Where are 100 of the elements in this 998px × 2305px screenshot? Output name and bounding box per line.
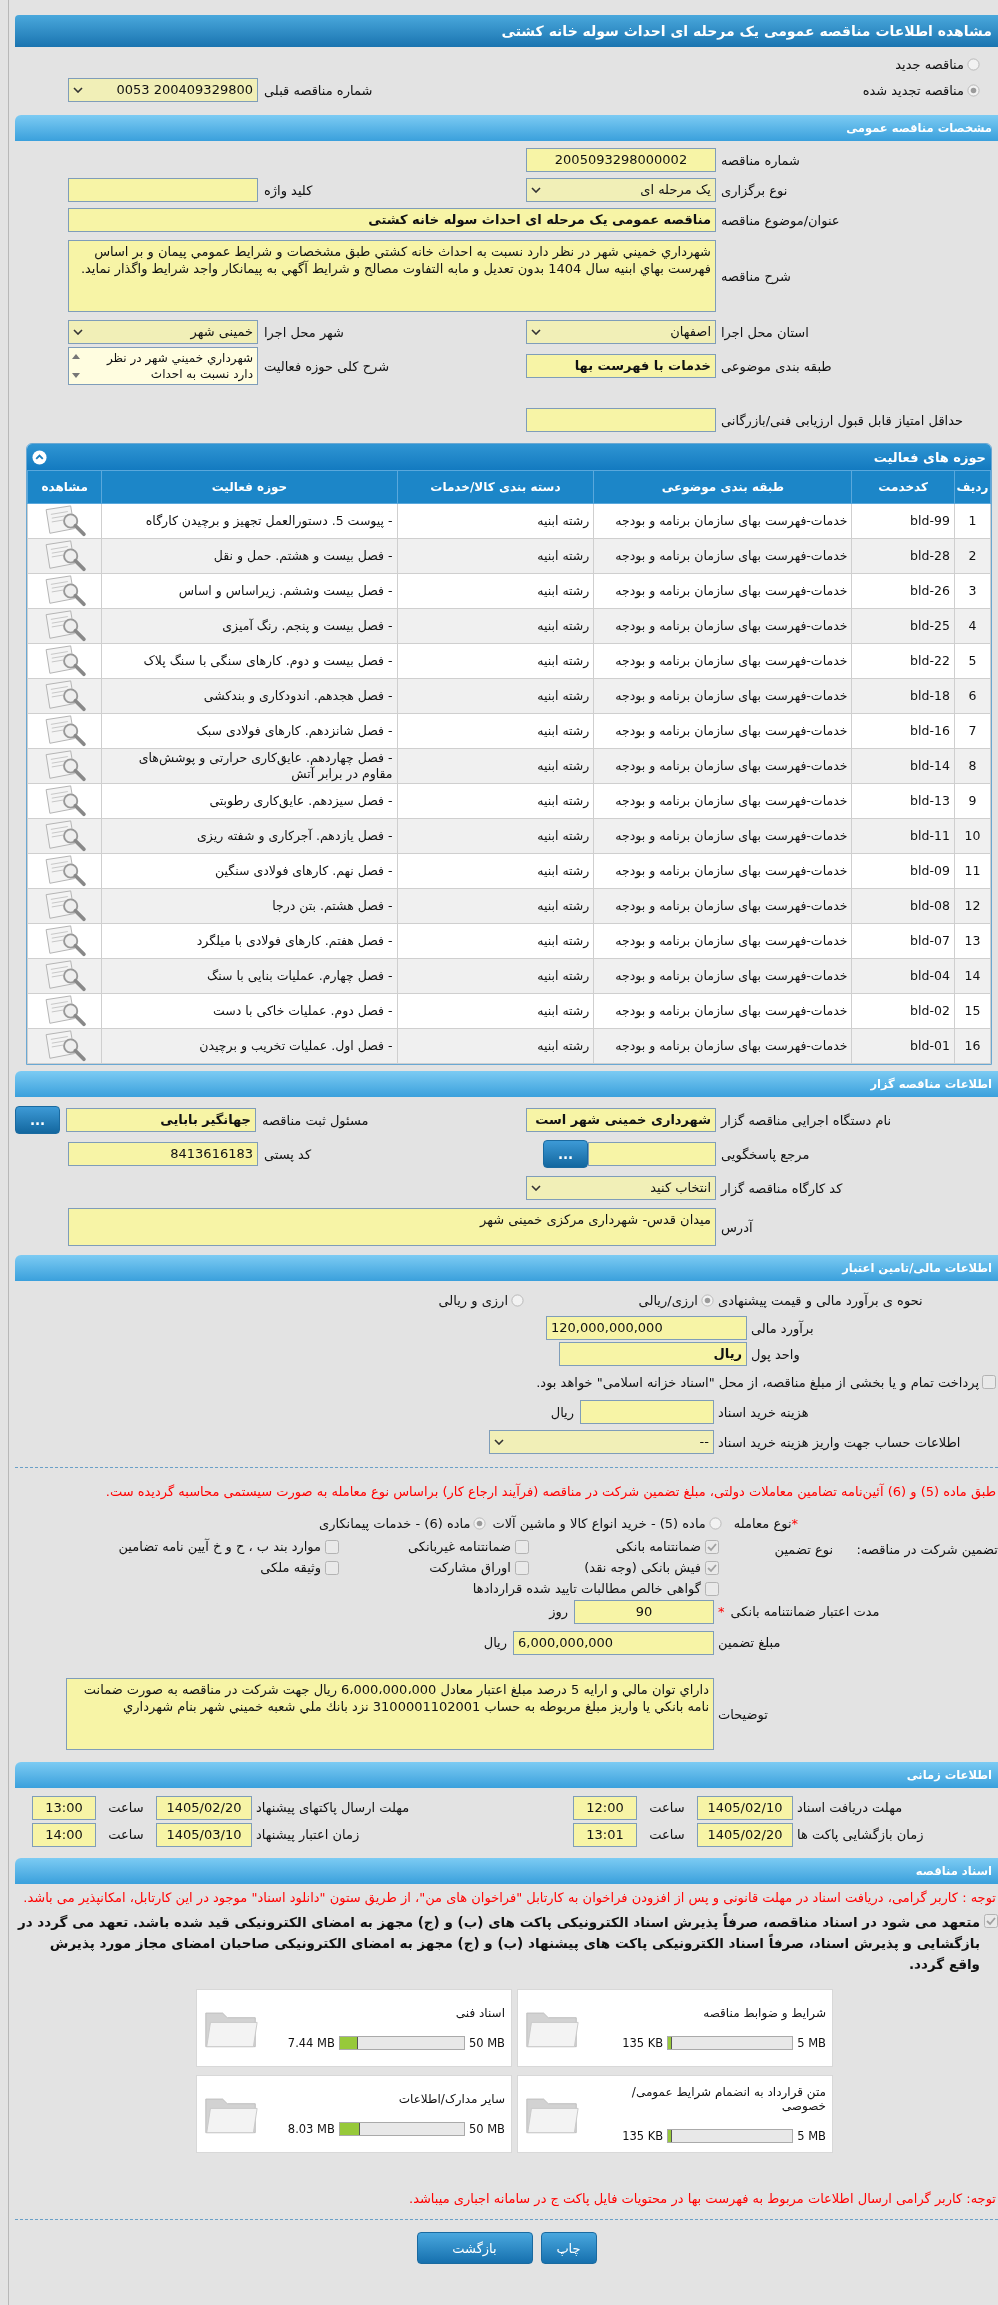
checkbox[interactable] [984,1914,998,1928]
checkbox[interactable] [982,1375,996,1389]
text-field[interactable] [68,178,258,202]
file-size: 8.03 MB [287,2122,335,2136]
table-cell: خدمات-فهرست بهای سازمان برنامه و بودجه [593,748,852,784]
text-field[interactable]: شهرداری خمینی شهر است [526,1108,716,1132]
dropdown[interactable]: 200409329800 0053 [68,78,258,102]
checkbox[interactable] [325,1539,339,1554]
size-limit: 5 MB [797,2129,826,2143]
time-field[interactable]: 13:01 [573,1822,637,1847]
time-field[interactable]: 14:00 [32,1822,96,1847]
checkbox[interactable] [515,1539,529,1554]
field-label: زمان اعتبار پیشنهاد [255,1827,361,1842]
table-cell: خدمات-فهرست بهای سازمان برنامه و بودجه [593,678,852,714]
table-cell: خدمات-فهرست بهای سازمان برنامه و بودجه [593,993,852,1029]
dropdown[interactable]: انتخاب کنید [526,1176,716,1200]
text-field[interactable] [580,1400,714,1424]
time-field[interactable]: 12:00 [573,1795,637,1820]
dropdown[interactable]: -- [489,1430,714,1454]
text-field[interactable]: 8413616183 [68,1142,258,1166]
radio-button[interactable] [701,1293,714,1307]
table-cell: - فصل سیزدهم. عایق‌کاری رطوبتی [101,783,398,819]
action-button[interactable]: چاپ [540,2232,597,2264]
field-label: ساعت [107,1827,145,1842]
list-box[interactable]: شهرداري خميني شهر در نظر دارد نسبت به احداث [68,347,258,385]
field-label: برآورد مالی [750,1320,815,1336]
field-label: اطلاعات حساب جهت واریز هزینه خرید اسناد [717,1434,962,1450]
checkbox-label: فیش بانکی (وجه نقد) [584,1560,701,1575]
dropdown[interactable]: خمینی شهر [68,320,258,344]
text-area[interactable]: میدان قدس- شهرداری مرکزی خمینی شهر [68,1208,716,1246]
text-area[interactable]: داراي توان مالي و ارايه 5 درصد مبلغ اعتبار معادل 6،000،000،000 ريال جهت شركت در مناقصه به صورت ضمانت نامه بانكي يا واريز مبلغ مربوطه به حساب 3100001102001 نزد بانك ملي شعبه خميني شهر بنام شهرداري [66,1678,714,1750]
field-label: واحد پول [750,1346,801,1362]
date-field[interactable]: 1405/03/10 [156,1822,252,1847]
date-field[interactable]: 1405/02/10 [697,1795,793,1820]
table-cell: خدمات-فهرست بهای سازمان برنامه و بودجه [593,643,852,679]
column-header: حوزه فعالیت [101,470,398,504]
collapse-icon[interactable] [32,449,47,465]
field-label: هزینه خرید اسناد [717,1404,810,1420]
checkbox[interactable] [705,1581,719,1596]
table-cell: bld-14 [851,748,955,784]
radio-button[interactable] [511,1293,524,1307]
checkbox[interactable] [515,1560,529,1575]
table-cell: خدمات-فهرست بهای سازمان برنامه و بودجه [593,608,852,644]
unit-label: ریال [483,1635,507,1650]
option-label: مناقصه تجدید شده [862,82,964,98]
field-label: آدرس [720,1219,754,1235]
unit-label: روز [549,1604,568,1619]
table-cell: 4 [954,608,991,644]
option-label: ارزی/ریالی [638,1292,698,1308]
text-field[interactable]: مناقصه عمومی یک مرحله ای احداث سوله خانه کشتی [68,208,716,232]
radio-button[interactable] [473,1517,487,1530]
checkbox-label: موارد بند ب ، ح و خ آیین نامه تضامین [118,1539,321,1554]
column-header: مشاهده [27,470,102,504]
action-button[interactable]: بازگشت [416,2232,533,2264]
checkbox[interactable] [705,1539,719,1554]
text-field[interactable]: 2005093298000002 [526,148,716,172]
text-field[interactable] [588,1142,716,1166]
table-cell: 13 [954,923,991,959]
date-field[interactable]: 1405/02/20 [697,1822,793,1847]
commitment-text: متعهد می شود در اسناد مناقصه، صرفاً پذیرش اسناد الکترونیکی پاکت های (ب) و (ج) مجهز به امضای الکترونیکی قید شده باشد. تعهد می گردد در بازگشایی و پذیرش اسناد، صرفاً اسناد الکترونیکی پاکت های پیشنهاد (ب) و (ج) مجهز به امضای الکترونیکی صاحبان امضای مجاز مورد پذیرش واقع گردد. [16,1912,980,1974]
table-cell: رشته ابنیه [397,888,594,924]
more-button[interactable]: ... [15,1106,60,1134]
text-field[interactable] [526,408,716,432]
more-button[interactable]: ... [543,1140,588,1168]
table-cell: خدمات-فهرست بهای سازمان برنامه و بودجه [593,818,852,854]
table-cell: خدمات-فهرست بهای سازمان برنامه و بودجه [593,1028,852,1064]
dropdown[interactable]: اصفهان [526,320,716,344]
text-field[interactable]: 6,000,000,000 [513,1630,714,1655]
table-cell: خدمات-فهرست بهای سازمان برنامه و بودجه [593,538,852,574]
option-label: ارزی و ریالی [438,1292,508,1308]
table-cell: - فصل شانزدهم. کارهای فولادی سبک [101,713,398,749]
checkbox[interactable] [325,1560,339,1575]
time-field[interactable]: 13:00 [32,1795,96,1820]
text-area[interactable]: شهرداري خميني شهر در نظر دارد نسبت به احداث خانه کشتي طبق مشخصات و شرايط عمومي پيمان و بر اساس فهرست بهاي ابنيه سال 1404 بدون تعديل و مابه التفاوت مصالح و شرايط آگهي به پيمانكار واجد شرايط واگذار نمايد. [68,240,716,312]
radio-button[interactable] [708,1517,722,1530]
table-cell: bld-99 [851,503,955,539]
text-field[interactable]: جهانگیر بابایی [66,1108,256,1132]
file-size: 135 KB [622,2129,664,2143]
date-field[interactable]: 1405/02/20 [156,1795,252,1820]
dropdown[interactable]: یک مرحله ای [526,178,716,202]
text-field[interactable]: خدمات با فهرست بها [526,354,716,378]
table-cell: bld-18 [851,678,955,714]
size-limit: 50 MB [468,2036,505,2050]
radio-button[interactable] [967,57,980,71]
section-header: اطلاعات مناقصه گزار [15,1071,998,1097]
text-field[interactable]: 90 [574,1599,714,1624]
field-label: شرح مناقصه [720,268,792,284]
field-label: عنوان/موضوع مناقصه [720,212,841,228]
text-field[interactable]: 120,000,000,000 [546,1316,747,1340]
checkbox[interactable] [705,1560,719,1575]
table-cell: خدمات-فهرست بهای سازمان برنامه و بودجه [593,713,852,749]
field-label: شماره مناقصه قبلی [264,82,373,98]
text-field[interactable]: ریال [559,1342,747,1366]
radio-button[interactable] [967,83,980,97]
document-title: شرایط و ضوابط مناقصه [702,2006,826,2020]
table-cell: - فصل هفتم. کارهای فولادی با میلگرد [101,923,398,959]
table-cell: خدمات-فهرست بهای سازمان برنامه و بودجه [593,888,852,924]
field-label: کد کارگاه مناقصه گزار [719,1180,844,1196]
field-label: شماره مناقصه [720,152,801,168]
table-cell: - فصل اول. عملیات تخریب و برچیدن [101,1028,398,1064]
